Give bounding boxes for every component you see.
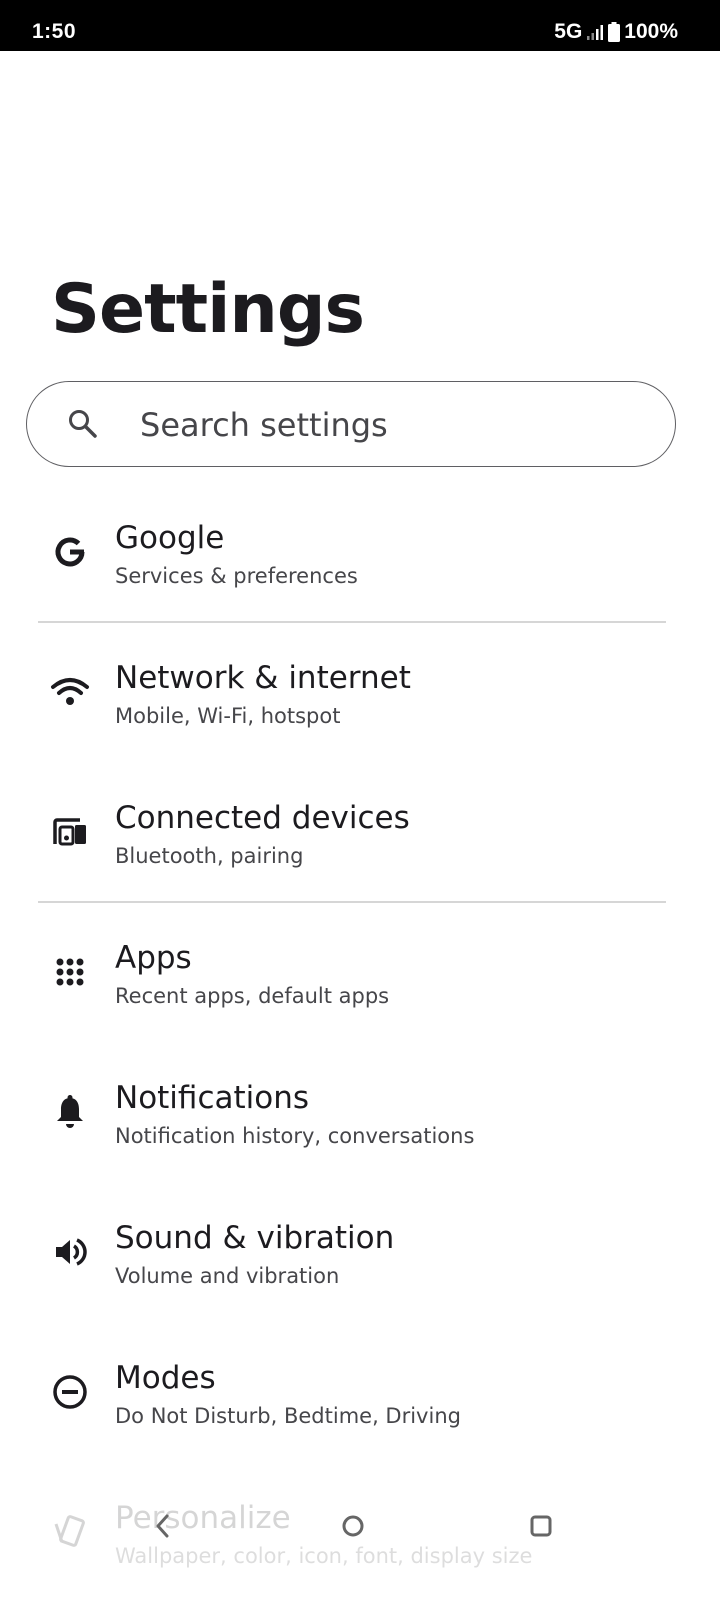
status-indicators: 5G 100%	[554, 20, 678, 44]
item-subtitle: Mobile, Wi-Fi, hotspot	[115, 704, 341, 728]
item-subtitle: Services & preferences	[115, 564, 358, 588]
item-title: Modes	[115, 1360, 216, 1396]
recents-icon[interactable]	[528, 1512, 554, 1544]
item-subtitle: Bluetooth, pairing	[115, 844, 304, 868]
item-title: Connected devices	[115, 800, 410, 836]
item-title: Sound & vibration	[115, 1220, 395, 1256]
item-title: Network & internet	[115, 660, 411, 696]
minus-circle-icon	[50, 1372, 90, 1412]
status-time: 1:50	[32, 20, 77, 43]
item-subtitle: Do Not Disturb, Bedtime, Driving	[115, 1404, 461, 1428]
item-subtitle: Volume and vibration	[115, 1264, 340, 1288]
page-title: Settings	[51, 270, 365, 349]
settings-item-connected-devices[interactable]: Connected devices Bluetooth, pairing	[0, 762, 720, 902]
settings-item-network[interactable]: Network & internet Mobile, Wi-Fi, hotspo…	[0, 622, 720, 762]
item-title: Notifications	[115, 1080, 310, 1116]
settings-item-google[interactable]: Google Services & preferences	[0, 482, 720, 622]
back-icon[interactable]	[152, 1512, 172, 1544]
google-g-icon	[50, 532, 90, 572]
apps-grid-icon	[50, 952, 90, 992]
devices-icon	[50, 812, 90, 852]
item-title: Apps	[115, 940, 192, 976]
item-subtitle: Notification history, conversations	[115, 1124, 475, 1148]
speaker-icon	[50, 1232, 90, 1272]
item-title: Google	[115, 520, 225, 556]
home-icon[interactable]	[340, 1512, 366, 1544]
wifi-icon	[50, 672, 90, 712]
settings-item-modes[interactable]: Modes Do Not Disturb, Bedtime, Driving	[0, 1322, 720, 1462]
bell-icon	[50, 1092, 90, 1132]
search-icon	[67, 408, 99, 444]
status-bar: 1:50 5G 100%	[0, 0, 720, 51]
network-type: 5G	[554, 20, 583, 43]
settings-item-apps[interactable]: Apps Recent apps, default apps	[0, 902, 720, 1042]
battery-icon	[608, 22, 621, 42]
signal-icon	[586, 23, 604, 41]
navigation-bar	[0, 1498, 720, 1558]
settings-item-sound[interactable]: Sound & vibration Volume and vibration	[0, 1182, 720, 1322]
search-placeholder: Search settings	[140, 406, 388, 444]
search-bar[interactable]: Search settings	[26, 381, 676, 467]
item-subtitle: Recent apps, default apps	[115, 984, 390, 1008]
battery-level: 100%	[624, 20, 678, 43]
settings-item-notifications[interactable]: Notifications Notification history, conv…	[0, 1042, 720, 1182]
